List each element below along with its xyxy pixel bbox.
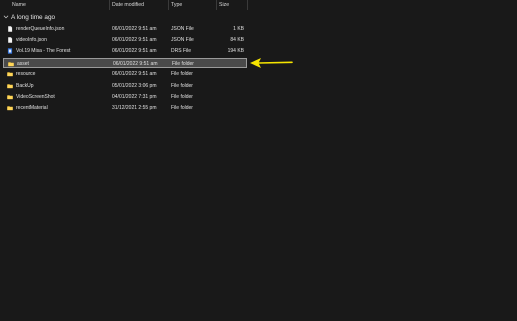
file-name: Vol.19 Misa - The Forest	[16, 48, 71, 54]
file-date: 06/01/2022 9:51 am	[112, 37, 157, 43]
file-date: 06/01/2022 9:51 am	[113, 60, 158, 67]
column-header-type-label: Type	[171, 2, 183, 8]
file-date: 31/12/2021 2:55 pm	[112, 105, 157, 111]
file-type: DRS File	[171, 48, 192, 54]
column-header-date-label: Date modified	[112, 2, 145, 8]
file-row-videoinfo[interactable]: videoInfo.json 06/01/2022 9:51 am JSON F…	[3, 35, 247, 45]
file-date: 06/01/2022 9:51 am	[112, 48, 157, 54]
file-size: 1 KB	[233, 26, 244, 32]
file-type: File folder	[171, 105, 193, 111]
column-header-date[interactable]: Date modified	[110, 0, 168, 10]
file-date: 05/01/2022 3:06 pm	[112, 82, 157, 89]
folder-icon	[7, 72, 13, 77]
file-name: renderQueueInfo.json	[16, 26, 65, 32]
file-type: File folder	[172, 60, 194, 67]
file-row-videoscreenshot[interactable]: VideoScreenShot 04/01/2022 7:31 pm File …	[3, 92, 247, 102]
file-name: asset	[17, 60, 29, 67]
column-header-size[interactable]: Size	[217, 0, 247, 10]
column-header-size-label: Size	[219, 2, 230, 8]
file-date: 06/01/2022 9:51 am	[112, 71, 157, 77]
column-header-bar: Name Date modified Type Size	[0, 0, 517, 10]
folder-icon	[8, 61, 14, 66]
file-type: JSON File	[171, 26, 194, 32]
group-label: A long time ago	[11, 13, 56, 21]
file-name: videoInfo.json	[16, 37, 47, 43]
file-row-asset[interactable]: asset 06/01/2022 9:51 am File folder	[3, 57, 247, 68]
column-header-type[interactable]: Type	[169, 0, 217, 10]
file-icon	[8, 37, 13, 43]
file-name: recentMaterial	[16, 105, 48, 111]
file-row-backup[interactable]: BackUp 05/01/2022 3:06 pm File folder	[3, 81, 247, 91]
file-type: File folder	[171, 82, 193, 89]
file-type: JSON File	[171, 37, 194, 43]
file-name: BackUp	[16, 82, 34, 89]
file-name: resource	[16, 71, 36, 77]
file-explorer-pane: Name Date modified Type Size A long time…	[0, 0, 517, 321]
chevron-down-icon	[3, 15, 9, 19]
file-size: 84 KB	[230, 37, 244, 43]
file-size: 194 KB	[227, 48, 244, 54]
file-date: 04/01/2022 7:31 pm	[112, 94, 157, 100]
column-header-name-label: Name	[12, 2, 26, 8]
drs-file-icon	[7, 48, 13, 54]
folder-icon	[7, 106, 13, 111]
file-name: VideoScreenShot	[16, 94, 55, 100]
column-divider[interactable]	[247, 0, 248, 10]
file-row-recentmaterial[interactable]: recentMaterial 31/12/2021 2:55 pm File f…	[3, 103, 247, 113]
folder-icon	[7, 83, 13, 88]
file-row-resource[interactable]: resource 06/01/2022 9:51 am File folder	[3, 69, 247, 79]
folder-icon	[7, 95, 13, 100]
file-type: File folder	[171, 71, 193, 77]
file-date: 06/01/2022 9:51 am	[112, 26, 157, 32]
file-icon	[8, 26, 13, 32]
file-type: File folder	[171, 94, 193, 100]
annotation-arrow-icon	[250, 58, 293, 68]
column-header-name[interactable]: Name	[10, 0, 110, 10]
file-row-vol19-misa[interactable]: Vol.19 Misa - The Forest 06/01/2022 9:51…	[3, 46, 247, 56]
file-row-renderqueueinfo[interactable]: renderQueueInfo.json 06/01/2022 9:51 am …	[3, 24, 247, 34]
group-header[interactable]: A long time ago	[3, 12, 55, 22]
